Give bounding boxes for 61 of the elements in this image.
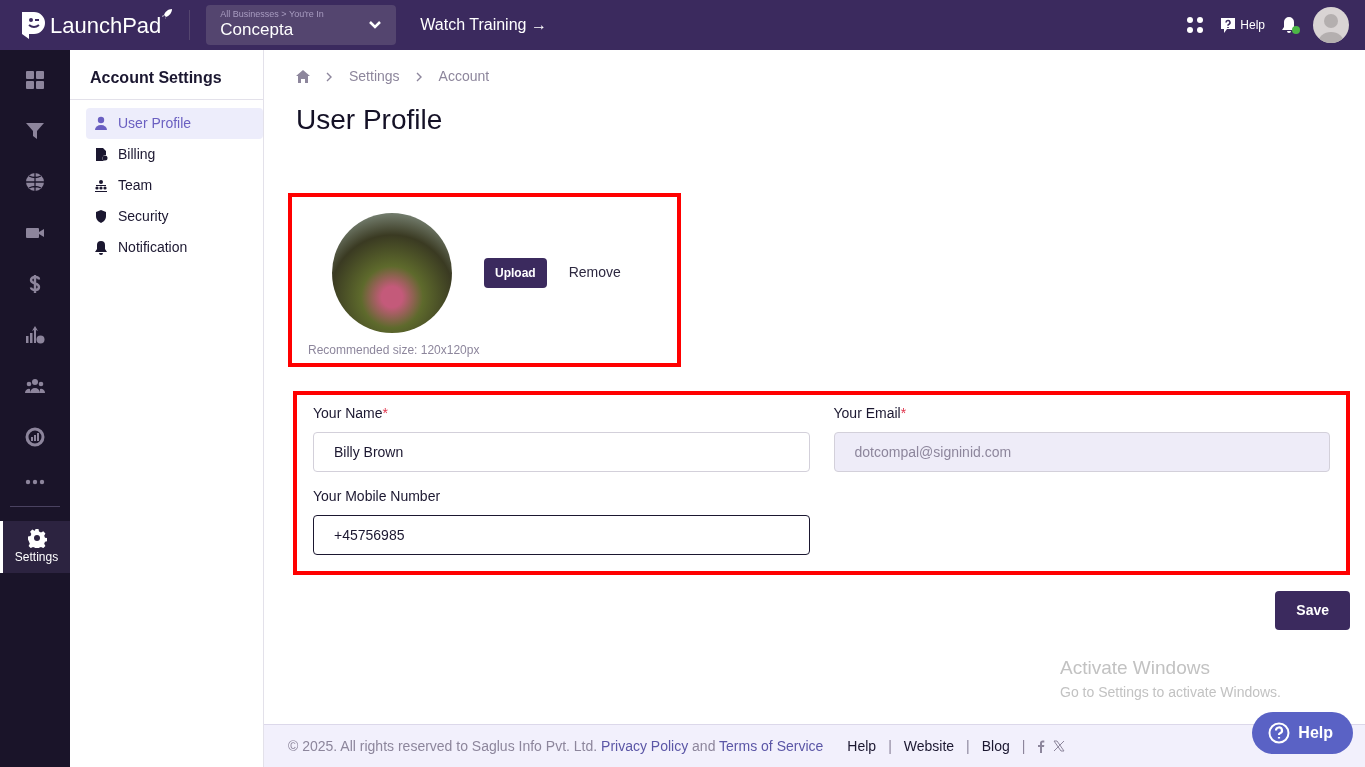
footer-link[interactable]: Help (847, 735, 877, 757)
question-circle-icon (1268, 722, 1291, 744)
growth-chart-icon (25, 324, 45, 345)
footer-link[interactable]: Website (903, 735, 955, 757)
bell-icon (94, 240, 108, 255)
save-button[interactable]: Save (1275, 590, 1350, 630)
input-field[interactable]: +45756985 (313, 514, 810, 555)
field-label: Your Name* (313, 403, 389, 423)
size-hint: Recommended size: 120x120px (308, 341, 481, 359)
settings-menu-title: Account Settings (70, 50, 263, 100)
rocket-icon (161, 8, 174, 20)
funnel-icon (25, 120, 45, 141)
remove-button[interactable]: Remove (562, 261, 627, 285)
apps-grid-icon[interactable] (1186, 16, 1205, 34)
team-icon (94, 178, 108, 193)
home-icon[interactable] (296, 70, 310, 83)
settings-menu-item[interactable]: Notification (86, 232, 263, 263)
breadcrumb-item[interactable]: Settings (349, 66, 400, 87)
page-title: User Profile (295, 103, 444, 137)
gauge-chart-icon (25, 426, 45, 447)
settings-menu-item[interactable]: User Profile (86, 108, 263, 139)
globe-icon (25, 171, 45, 192)
chevron-right-icon (415, 71, 423, 82)
person-silhouette-icon (1317, 11, 1345, 43)
business-switcher[interactable]: All Businesses > You're In Concepta (206, 5, 397, 45)
breadcrumb-item: Account (438, 67, 490, 86)
dashboard-grid-icon (25, 69, 45, 90)
help-button[interactable]: Help (1220, 16, 1265, 34)
settings-menu-item[interactable]: Security (86, 201, 263, 232)
activation-notice-text: Go to Settings to activate Windows. (1060, 683, 1282, 703)
person-icon (94, 116, 108, 131)
x-logo-icon[interactable] (1053, 740, 1066, 752)
document-icon (94, 147, 108, 162)
activation-notice-title: Activate Windows (1060, 655, 1211, 680)
settings-menu-item[interactable]: Billing (86, 139, 263, 170)
shield-icon (94, 209, 108, 224)
privacy-policy-link[interactable]: Privacy Policy (601, 737, 689, 754)
chevron-down-icon (368, 20, 383, 30)
facebook-icon[interactable] (1037, 739, 1046, 753)
footer-link[interactable]: Blog (981, 735, 1010, 757)
brand-name: LaunchPad (50, 11, 162, 40)
settings-menu-item[interactable]: Team (86, 170, 263, 201)
switcher-caption: All Businesses > You're In (220, 9, 325, 20)
help-bubble-icon (1220, 16, 1237, 34)
chevron-right-icon (326, 71, 333, 82)
input-field[interactable]: Billy Brown (313, 431, 810, 472)
settings-rail-item[interactable]: Settings (0, 521, 70, 573)
upload-button[interactable]: Upload (484, 257, 547, 288)
settings-icon (26, 528, 47, 548)
logo-icon (20, 10, 46, 40)
separator-text: | (966, 736, 970, 756)
help-chat-button[interactable]: Help (1252, 712, 1353, 754)
terms-link[interactable]: Terms of Service (719, 737, 824, 754)
bell-icon[interactable] (1281, 16, 1297, 34)
watch-training-link[interactable]: Watch Training → (420, 13, 547, 37)
field-label: Your Email* (833, 403, 908, 423)
separator-text: | (1021, 736, 1026, 756)
field-label: Your Mobile Number (313, 486, 442, 506)
avatar[interactable] (1313, 7, 1349, 43)
copyright-text: © 2025. All rights reserved to Saglus Info Pvt. Ltd. Privacy Policy and Terms of Service (288, 736, 824, 756)
separator-text: | (888, 736, 892, 756)
